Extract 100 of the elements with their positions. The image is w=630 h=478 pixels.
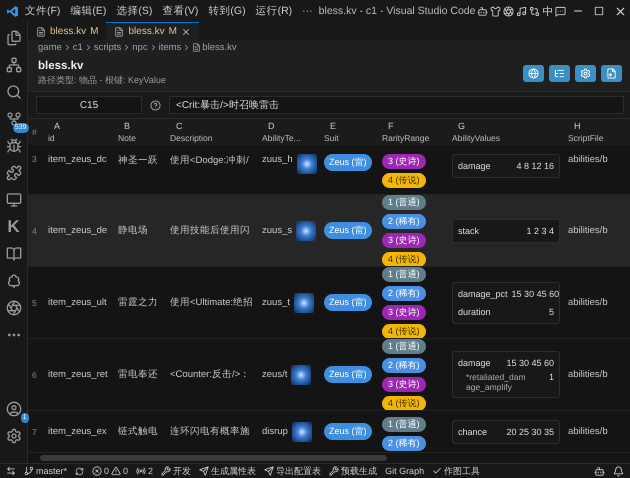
cell-reference-field[interactable]: C15 [36, 96, 142, 114]
rarity-tag: 3 (史诗) [382, 154, 426, 169]
table-cell: 雷电奉还 [118, 368, 158, 381]
compare-icon[interactable] [529, 6, 540, 16]
column-header: ScriptFile [568, 133, 604, 143]
vscode-logo-icon [6, 4, 19, 18]
column-letter: C [175, 121, 184, 131]
rarity-tag: 2 (稀有) [382, 436, 426, 451]
tree-view-button[interactable] [549, 64, 570, 82]
column-header: AbilityTe... [262, 133, 302, 143]
table-row[interactable]: 4 item_zeus_de 静电场 使用技能后使用闪 zuus_s Zeus (雷) 1 (普通) 2 (稀有) 3 (史诗) 4 (传说) stack 1 2 3 4 abilities/b [28, 195, 630, 267]
column-header: # [32, 127, 38, 137]
value-name: *retaliated_damage_amplify [466, 372, 526, 392]
settings-button[interactable] [575, 64, 596, 82]
check-icon [432, 466, 442, 476]
bot-icon[interactable] [477, 6, 488, 16]
remote-icon[interactable] [6, 466, 16, 476]
suit-tag: Zeus (雷) [324, 423, 372, 440]
table-cell: <Counter:反击/>： [170, 368, 250, 381]
breadcrumb-item[interactable]: bless.kv [202, 42, 237, 53]
table-cell: abilities/b [568, 297, 608, 308]
column-header: RarityRange [382, 133, 430, 143]
help-icon [150, 100, 161, 110]
import-button[interactable] [601, 64, 622, 82]
account-icon[interactable] [4, 399, 24, 419]
breadcrumb-item[interactable]: game [38, 42, 62, 53]
menu-item[interactable]: 转到(G) [204, 4, 250, 18]
table-cell: 连环闪电有概率施 [170, 425, 250, 438]
table-cell: 静电场 [118, 224, 148, 237]
table-cell: item_zeus_dc [48, 154, 107, 165]
value-name: duration [458, 306, 491, 316]
table-cell: 使用技能后使用闪 [170, 224, 250, 237]
puzzle-icon[interactable] [4, 163, 24, 183]
wrench-icon [161, 466, 172, 476]
music-icon[interactable] [516, 6, 528, 16]
value-list: 1 [548, 372, 554, 392]
send-icon [264, 466, 274, 476]
bot-icon[interactable] [594, 466, 605, 476]
value-name: chance [458, 426, 488, 436]
rarity-tag: 4 (传说) [382, 324, 426, 338]
input-method-indicator[interactable]: 中 [542, 4, 554, 18]
column-header: AbilityValues [452, 133, 502, 143]
more-menu[interactable]: ··· [298, 5, 317, 17]
column-header: Description [170, 133, 214, 143]
formula-input-field[interactable]: <Crit:暴击/>时召唤雷击 [169, 96, 624, 114]
settings-icon [580, 68, 591, 78]
table-row[interactable]: 5 item_zeus_ult 雷霆之力 使用<Ultimate:绝招 zuus_t Zeus (雷) 1 (普通) 2 (稀有) 3 (史诗) 4 (传说) damage_pct 15 30 45 60 duration 5 abilities/b [28, 267, 630, 339]
error-icon [92, 466, 102, 476]
column-letter: G [457, 121, 466, 131]
branch-icon [24, 466, 34, 476]
column-letter: A [53, 121, 62, 131]
suit-tag: Zeus (雷) [324, 294, 372, 311]
bell-icon[interactable] [613, 466, 624, 476]
shirt-icon[interactable] [490, 6, 502, 16]
menu-item[interactable]: 查看(V) [158, 4, 202, 18]
image-placeholder [296, 154, 317, 174]
table-row[interactable]: 6 item_zeus_ret 雷电奉还 <Counter:反击/>： zeus/t Zeus (雷) 1 (普通) 2 (稀有) 3 (史诗) 4 (传说) damage 15 30 45 60 *retaliated_damage_amplify 1 abilities/b [28, 339, 630, 411]
breadcrumb-item[interactable]: c1 [72, 42, 83, 53]
status-bar-item[interactable]: Git Graph [385, 466, 424, 476]
scrollbar-thumb[interactable] [40, 455, 387, 461]
aperture-icon[interactable] [503, 6, 514, 16]
rarity-tag: 4 (传说) [382, 252, 426, 266]
table-cell: 链式触电 [118, 425, 158, 438]
row-number: 4 [32, 226, 37, 236]
menu-item[interactable]: 运行(R) [252, 4, 296, 18]
branch-indicator[interactable]: master* [24, 466, 68, 476]
editor-tab[interactable]: bless.kv M [106, 22, 199, 40]
ports-indicator[interactable]: 2 [136, 466, 154, 476]
letter-extension-item[interactable]: K [4, 217, 24, 237]
wrench-icon [329, 466, 340, 476]
suit-tag: Zeus (雷) [324, 366, 372, 383]
rarity-tag: 3 (史诗) [382, 376, 426, 392]
table-cell: abilities/b [568, 154, 608, 165]
breadcrumb-item[interactable]: scripts [94, 42, 122, 53]
sync-icon[interactable] [75, 466, 84, 476]
menu-item[interactable]: 选择(S) [112, 4, 156, 18]
status-bar-item[interactable]: 生成属性表 [199, 464, 256, 478]
table-cell: zuus_h [262, 154, 293, 165]
value-name: damage [458, 358, 491, 368]
breadcrumb-item[interactable]: items [158, 42, 182, 53]
globe-button[interactable] [523, 64, 544, 82]
value-list: 1 2 3 4 [526, 226, 554, 236]
breadcrumb-item[interactable]: npc [132, 42, 148, 53]
menu-item[interactable]: 文件(F) [21, 4, 64, 18]
menu-item[interactable]: 编辑(E) [66, 4, 110, 18]
value-name: stack [458, 226, 480, 236]
status-bar-item[interactable]: 作图工具 [432, 464, 480, 478]
maximize-icon [594, 6, 604, 16]
antenna-icon [136, 466, 146, 476]
status-bar-item[interactable]: 导出配置表 [264, 464, 322, 478]
aperture-icon[interactable] [4, 298, 24, 318]
status-bar-item[interactable]: 预载生成 [329, 464, 378, 478]
chat-icon[interactable] [555, 6, 566, 16]
table-cell: 使用<Ultimate:绝招 [170, 296, 254, 309]
table-cell: abilities/b [568, 369, 608, 380]
status-bar-item[interactable]: 开发 [161, 464, 192, 478]
problems-indicator[interactable]: 0 0 [92, 466, 128, 476]
value-list: 4 8 12 16 [516, 161, 554, 171]
rarity-tag: 4 (传说) [382, 396, 426, 410]
rarity-tag: 4 (传说) [382, 173, 426, 188]
